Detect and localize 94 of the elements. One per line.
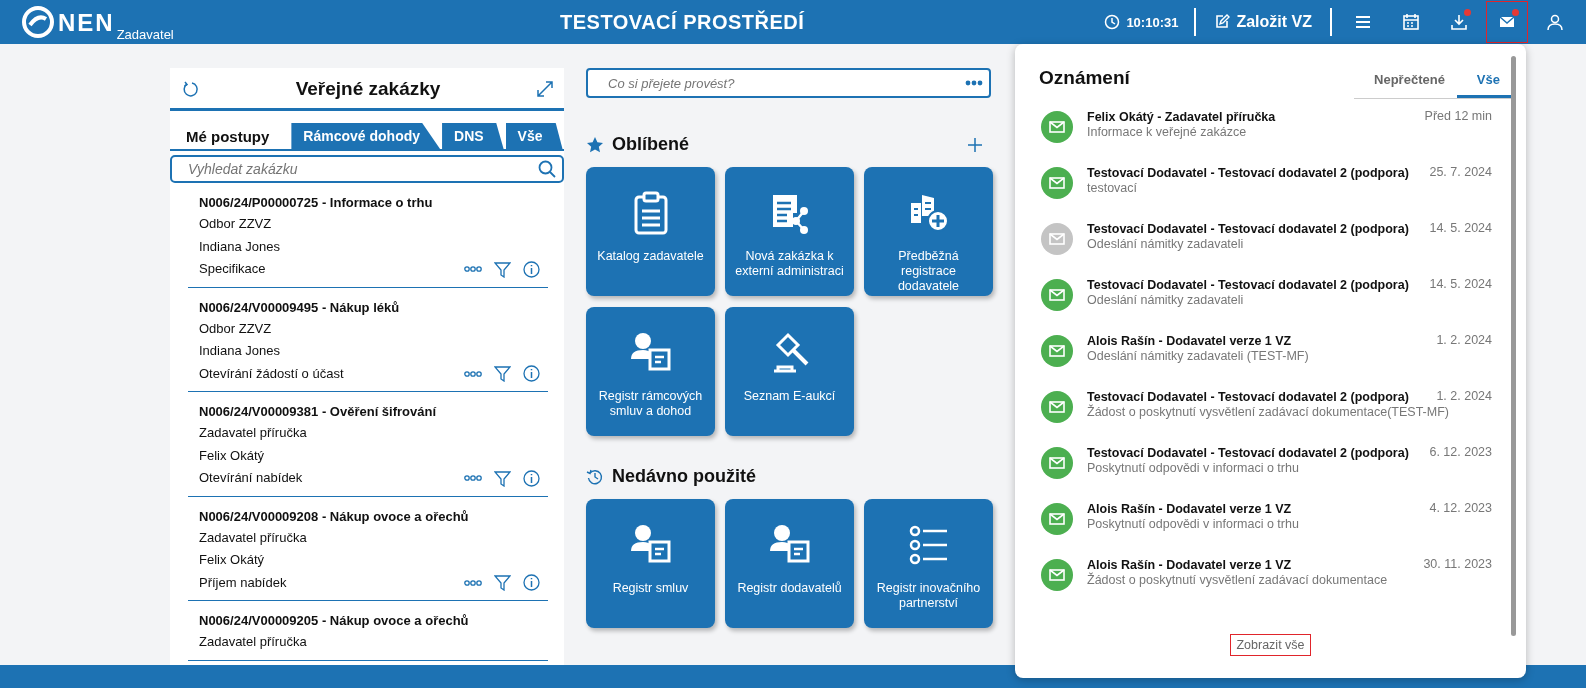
popup-title: Oznámení [1039, 67, 1130, 90]
filter-icon[interactable] [494, 469, 511, 487]
environment-title: TESTOVACÍ PROSTŘEDÍ [559, 10, 806, 34]
notification-date: 14. 5. 2024 [1429, 277, 1492, 291]
panel-title: Veřejné zakázky [295, 78, 441, 100]
notification-date: 1. 2. 2024 [1436, 333, 1492, 347]
contract-detail: Specifikace [199, 260, 266, 278]
scrollbar[interactable] [1511, 56, 1516, 636]
notification-subject: Žádost o poskytnutí vysvětlení zadávací dokumentace(TEST-MF) [1087, 405, 1449, 420]
contract-detail: Felix Okátý [199, 446, 264, 465]
notification-subject: Poskytnutí odpovědi v informaci o trhu [1087, 517, 1299, 532]
contract-detail: Příjem nabídek [199, 573, 287, 592]
notification-subject: Odeslání námitky zadavateli [1087, 293, 1244, 308]
notification-subject: Informace k veřejné zakázce [1087, 125, 1247, 140]
notification-subject: Odeslání námitky zadavateli (TEST-MF) [1087, 349, 1309, 364]
contract-title[interactable]: N006/24/V00009495 - Nákup léků [199, 297, 548, 318]
notification-subject: Poskytnutí odpovědi v informaci o trhu [1087, 461, 1299, 476]
history-icon [586, 467, 604, 486]
info-icon[interactable] [523, 574, 540, 592]
search-field[interactable]: Vyhledat zakázku [170, 155, 564, 183]
more-icon[interactable] [965, 80, 983, 86]
list-icon [908, 523, 949, 567]
section-title: Nedávno použité [612, 466, 756, 487]
contract-detail: Indiana Jones [199, 342, 280, 360]
info-icon[interactable] [523, 469, 540, 487]
mail-icon[interactable] [1486, 1, 1528, 43]
notification-sender[interactable]: Testovací Dodavatel - Testovací dodavatel 2 (podpora) [1087, 445, 1409, 461]
contract-detail: Odbor ZZVZ [199, 319, 272, 338]
notification-date: 4. 12. 2023 [1429, 501, 1492, 515]
expand-icon[interactable] [536, 80, 554, 98]
tab[interactable]: Nepřečtené [1354, 66, 1457, 98]
contract-detail: Odbor ZZVZ [199, 215, 272, 233]
show-all-link[interactable]: Zobrazit vše [1230, 634, 1311, 656]
info-icon[interactable] [523, 365, 540, 383]
shortcut-tile[interactable]: Seznam E-aukcí [725, 307, 854, 436]
contract-detail: Felix Okátý [199, 551, 264, 569]
notification-sender[interactable]: Alois Rašín - Dodavatel verze 1 VZ [1087, 333, 1292, 349]
more-icon[interactable] [464, 369, 482, 378]
clock-icon [1104, 14, 1121, 30]
contract-detail: Zadavatel příručka [199, 424, 307, 442]
notification-subject: Odeslání námitky zadavateli [1087, 237, 1244, 252]
contract-detail: Otevírání žádostí o účast [199, 364, 344, 383]
shortcut-tile[interactable]: Registr inovačního partnerství [864, 499, 993, 628]
more-icon[interactable] [464, 578, 482, 587]
tab[interactable]: DNS [442, 123, 504, 149]
notification-subject: Žádost o poskytnutí vysvětlení zadávací dokumentace [1087, 573, 1388, 588]
command-field[interactable]: Co si přejete provést? [586, 68, 991, 98]
notification-date: 25. 7. 2024 [1429, 165, 1492, 179]
contract-detail: Indiana Jones [199, 237, 280, 256]
logo-subtitle: Zadavatel [116, 27, 174, 42]
notification-date: 30. 11. 2023 [1423, 557, 1492, 571]
contract-title[interactable]: N006/24/P00000725 - Informace o trhu [199, 193, 548, 213]
edit-icon [1214, 14, 1231, 30]
shortcut-tile[interactable]: Registr dodavatelů [725, 499, 854, 628]
shortcut-tile[interactable]: Předběžná registrace dodavatele [864, 167, 993, 296]
refresh-icon[interactable] [182, 80, 200, 98]
contract-title[interactable]: N006/24/V00009205 - Nákup ovoce a ořechů [199, 611, 548, 631]
notification-sender[interactable]: Testovací Dodavatel - Testovací dodavatel 2 (podpora) [1087, 277, 1409, 293]
filter-icon[interactable] [494, 574, 511, 592]
section-title: Oblíbené [612, 134, 689, 155]
shortcut-tile[interactable]: Registr smluv [586, 499, 715, 628]
notification-sender[interactable]: Alois Rašín - Dodavatel verze 1 VZ [1087, 501, 1292, 517]
more-icon[interactable] [464, 265, 482, 274]
logo-icon [22, 6, 54, 38]
shortcut-tile[interactable]: Registr rámcových smluv a dohod [586, 307, 715, 436]
notification-date: 14. 5. 2024 [1429, 221, 1492, 235]
filter-icon[interactable] [494, 365, 511, 383]
more-icon[interactable] [464, 474, 482, 483]
search-icon[interactable] [538, 160, 556, 178]
contract-title[interactable]: N006/24/V00009381 - Ověření šifrování [199, 402, 548, 422]
shortcut-tile[interactable]: Katalog zadavatele [586, 167, 715, 296]
notification-sender[interactable]: Alois Rašín - Dodavatel verze 1 VZ [1087, 557, 1292, 573]
notification-sender[interactable]: Testovací Dodavatel - Testovací dodavatel 2 (podpora) [1087, 221, 1409, 237]
tab[interactable]: Vše [505, 123, 563, 149]
contract-detail: Zadavatel příručka [199, 633, 307, 651]
logo-text: NEN [58, 8, 115, 38]
notification-date: Před 12 min [1424, 109, 1492, 123]
notification-sender[interactable]: Testovací Dodavatel - Testovací dodavatel 2 (podpora) [1087, 389, 1409, 405]
star-icon [586, 135, 604, 154]
create-contract-button[interactable]: Založit VZ [1206, 13, 1320, 31]
contract-detail: Otevírání nabídek [199, 469, 303, 487]
notification-sender[interactable]: Felix Okátý - Zadavatel příručka [1087, 109, 1276, 125]
contract-detail: Zadavatel příručka [199, 528, 307, 547]
tab[interactable]: Rámcové dohody [291, 123, 441, 149]
shortcut-tile[interactable]: Nová zakázka k externí administraci [725, 167, 854, 296]
filter-icon[interactable] [494, 260, 511, 278]
add-icon[interactable] [967, 136, 983, 153]
notification-subject: testovací [1087, 181, 1138, 196]
notification-date: 1. 2. 2024 [1436, 389, 1492, 403]
notification-sender[interactable]: Testovací Dodavatel - Testovací dodavatel 2 (podpora) [1087, 165, 1409, 181]
contract-title[interactable]: N006/24/V00009208 - Nákup ovoce a ořechů [199, 506, 548, 527]
session-time: 10:10:31 [1126, 14, 1179, 30]
notification-date: 6. 12. 2023 [1429, 445, 1492, 459]
info-icon[interactable] [523, 260, 540, 278]
